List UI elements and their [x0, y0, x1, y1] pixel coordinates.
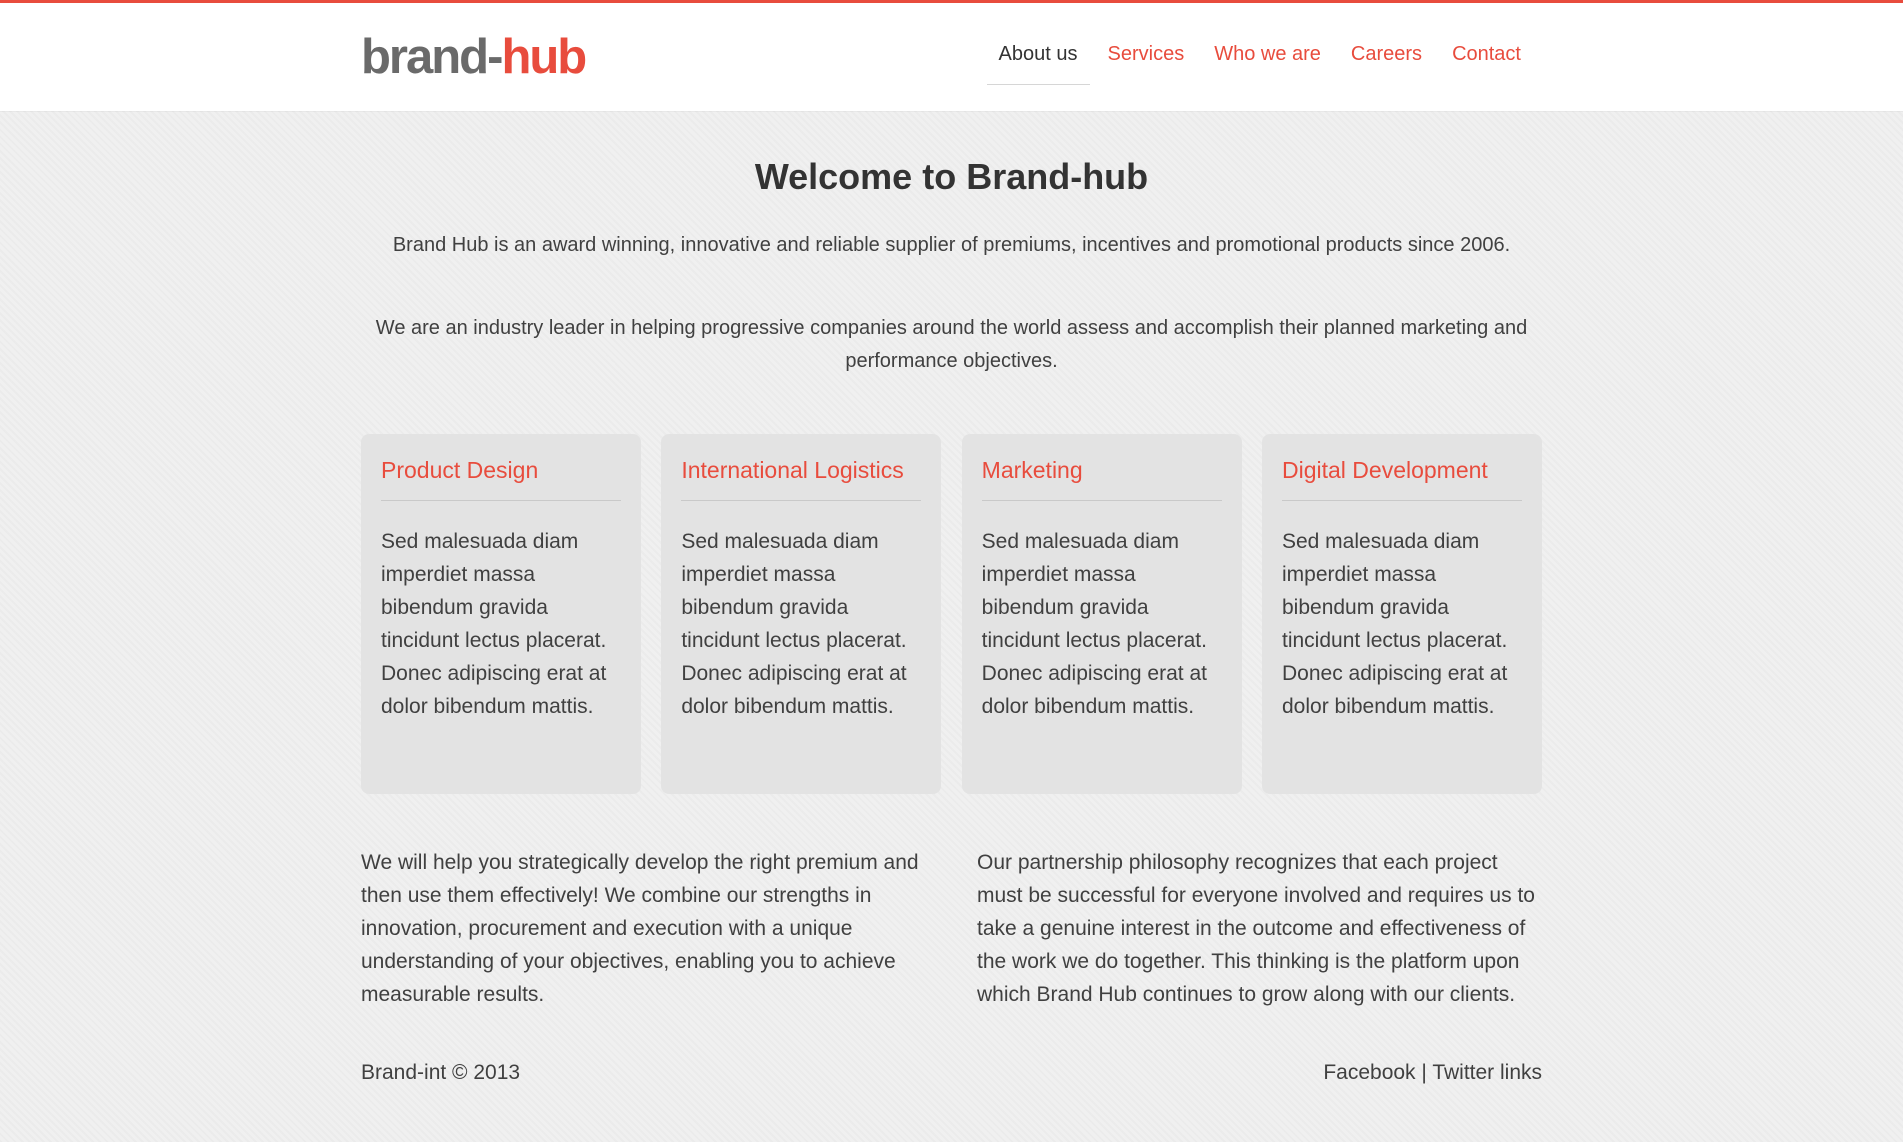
main-content: Welcome to Brand-hub Brand Hub is an awa… [361, 111, 1542, 1085]
card-product-design: Product Design Sed malesuada diam imperd… [361, 434, 641, 794]
detail-columns: We will help you strategically develop t… [361, 846, 1542, 1011]
logo-text-brand: brand- [361, 30, 503, 84]
twitter-link[interactable]: Twitter links [1432, 1061, 1542, 1084]
nav-item-about-us[interactable]: About us [986, 39, 1090, 85]
nav-item-who-we-are[interactable]: Who we are [1202, 39, 1333, 85]
card-international-logistics: International Logistics Sed malesuada di… [661, 434, 942, 794]
column-right-text: Our partnership philosophy recognizes th… [977, 851, 1535, 1006]
card-body: Sed malesuada diam imperdiet massa biben… [681, 530, 907, 718]
card-title: Digital Development [1281, 454, 1522, 501]
nav-item-careers[interactable]: Careers [1339, 39, 1434, 85]
copyright-text: Brand-int © 2013 [361, 1061, 521, 1084]
link-separator: | [1415, 1061, 1433, 1084]
intro-paragraph-2: We are an industry leader in helping pro… [375, 317, 1528, 372]
logo-text-hub: hub [501, 30, 587, 84]
card-title: Marketing [981, 454, 1222, 501]
card-title: Product Design [381, 454, 621, 501]
nav-item-services[interactable]: Services [1096, 39, 1197, 85]
service-cards: Product Design Sed malesuada diam imperd… [361, 434, 1542, 794]
card-marketing: Marketing Sed malesuada diam imperdiet m… [961, 434, 1242, 794]
intro-paragraph-1: Brand Hub is an award winning, innovativ… [392, 234, 1511, 256]
social-links: Facebook | Twitter links [1323, 1061, 1542, 1085]
card-body: Sed malesuada diam imperdiet massa biben… [1281, 530, 1508, 718]
card-body: Sed malesuada diam imperdiet massa biben… [981, 530, 1207, 718]
nav-item-contact[interactable]: Contact [1440, 39, 1533, 85]
page-title: Welcome to Brand-hub [754, 156, 1149, 197]
footer: Brand-int © 2013 Facebook | Twitter link… [361, 1061, 1542, 1085]
card-digital-development: Digital Development Sed malesuada diam i… [1261, 434, 1542, 794]
facebook-link[interactable]: Facebook [1323, 1061, 1415, 1084]
column-left-text: We will help you strategically develop t… [361, 851, 919, 1006]
brand-logo[interactable]: brand-hub [361, 30, 587, 84]
main-nav: About us Services Who we are Careers Con… [981, 39, 1533, 85]
card-title: International Logistics [681, 454, 922, 501]
header-bar: brand-hub About us Services Who we are C… [0, 0, 1903, 111]
card-body: Sed malesuada diam imperdiet massa biben… [381, 530, 607, 718]
